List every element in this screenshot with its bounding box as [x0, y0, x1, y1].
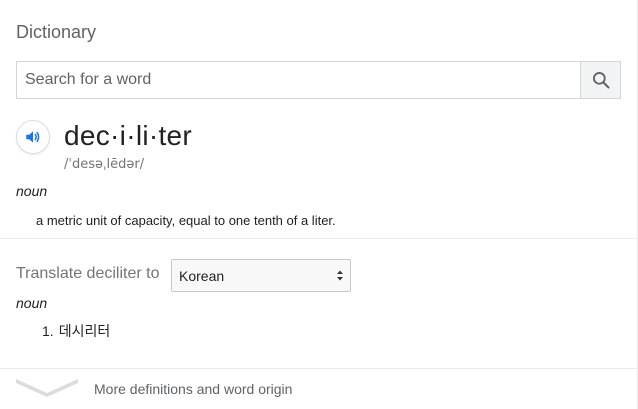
translate-label: Translate deciliter to	[16, 265, 160, 282]
part-of-speech: noun	[16, 183, 48, 199]
speaker-icon	[24, 128, 42, 146]
select-arrows-icon	[336, 268, 344, 283]
more-definitions-link[interactable]: More definitions and word origin	[0, 369, 638, 409]
search-button[interactable]	[580, 62, 620, 98]
translation-part-of-speech: noun	[16, 295, 48, 311]
more-definitions-label: More definitions and word origin	[94, 381, 293, 397]
language-select-value: Korean	[179, 268, 225, 284]
search-icon	[591, 70, 611, 90]
language-select[interactable]: Korean	[171, 259, 351, 292]
translation-text: 데시리터	[58, 324, 111, 340]
definition-text: a metric unit of capacity, equal to one …	[36, 213, 336, 228]
dictionary-card: Dictionary dec·i·li·ter /ˈdesəˌlēdər/ no…	[0, 0, 638, 409]
chevron-down-icon	[14, 375, 80, 401]
translation-number: 1.	[42, 323, 54, 339]
translation-item: 1. 데시리터	[42, 321, 110, 341]
pronunciation-button[interactable]	[16, 120, 50, 154]
card-title: Dictionary	[16, 22, 97, 42]
divider	[0, 238, 638, 239]
headword: dec·i·li·ter	[64, 120, 193, 151]
search-box	[16, 61, 621, 99]
phonetic-spelling: /ˈdesəˌlēdər/	[64, 157, 145, 172]
search-input[interactable]	[17, 62, 581, 98]
